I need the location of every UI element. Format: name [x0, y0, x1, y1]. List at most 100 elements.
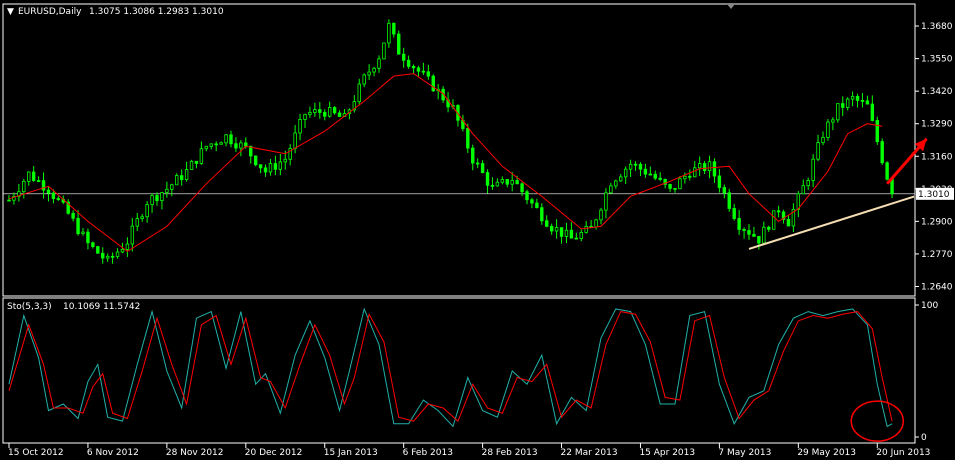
- candle-body: [96, 246, 100, 254]
- candle-body: [480, 163, 485, 173]
- candle-body: [135, 218, 139, 227]
- chart-menu-icon[interactable]: ▼: [7, 7, 14, 17]
- candle-body: [693, 167, 697, 178]
- candle-body: [293, 132, 297, 149]
- candle-body: [362, 74, 366, 85]
- candle-body: [619, 176, 623, 182]
- indicator-values: 10.1069 11.5742: [63, 302, 140, 312]
- candle-body: [51, 192, 56, 199]
- candle-body: [327, 107, 332, 117]
- candle-body: [697, 163, 702, 169]
- time-tick-label: 15 Apr 2013: [639, 448, 695, 458]
- candle-body: [76, 217, 80, 235]
- candle-body: [505, 179, 509, 185]
- candle-body: [845, 98, 850, 108]
- candle-body: [431, 75, 435, 92]
- candle-body: [214, 143, 218, 146]
- price-tick-label: 1.2770: [921, 250, 953, 260]
- candle-body: [628, 163, 633, 170]
- ohlc-label: 1.3075 1.3086 1.2983 1.3010: [89, 7, 224, 17]
- candle-body: [397, 33, 401, 55]
- candle-body: [850, 95, 855, 100]
- candle-body: [258, 164, 263, 169]
- candle-body: [678, 178, 682, 190]
- candle-body: [406, 59, 411, 67]
- candle-body: [831, 119, 835, 123]
- candle-body: [382, 42, 386, 60]
- candle-body: [569, 229, 574, 239]
- time-tick-label: 22 Mar 2013: [561, 448, 618, 458]
- candle-body: [273, 163, 278, 170]
- candle-body: [204, 145, 209, 150]
- candle-body: [490, 184, 495, 187]
- candle-body: [855, 95, 860, 101]
- candle-body: [584, 225, 588, 233]
- candle-body: [658, 177, 662, 180]
- candle-body: [826, 121, 830, 138]
- candle-body: [806, 180, 810, 187]
- candle-body: [535, 202, 539, 209]
- candle-body: [130, 225, 135, 245]
- candle-body: [742, 229, 746, 231]
- candle-body: [31, 171, 36, 181]
- candle-body: [303, 113, 307, 120]
- candle-body: [313, 109, 317, 113]
- candle-body: [870, 103, 875, 121]
- stochastic-panel[interactable]: 100 0 Sto(5,3,3) 10.1069 11.5742: [2, 297, 938, 444]
- candle-body: [234, 143, 238, 149]
- price-panel[interactable]: 1.36801.35501.34201.32901.31601.30301.29…: [2, 3, 954, 297]
- shift-marker-icon[interactable]: [727, 4, 735, 9]
- moving-average-line: [8, 73, 883, 253]
- candle-body: [688, 175, 692, 178]
- candle-body: [170, 184, 174, 190]
- time-tick-label: 6 Nov 2012: [87, 448, 139, 458]
- candle-body: [717, 175, 722, 188]
- candle-body: [194, 160, 199, 164]
- candle-body: [155, 195, 159, 202]
- svg-text:1.3010: 1.3010: [918, 190, 950, 200]
- candle-body: [115, 251, 120, 257]
- time-tick-label: 6 Feb 2013: [403, 448, 453, 458]
- candle-body: [860, 100, 865, 102]
- candle-body: [737, 218, 741, 230]
- candle-body: [515, 180, 519, 185]
- candle-body: [653, 173, 657, 179]
- price-tick-label: 1.3290: [921, 120, 953, 130]
- candle-body: [367, 71, 371, 76]
- candle-body: [885, 162, 889, 180]
- candle-body: [495, 181, 500, 187]
- candle-body: [801, 185, 805, 195]
- candles-series: [7, 19, 894, 264]
- highlight-circle: [850, 400, 905, 442]
- price-panel-frame: [2, 3, 916, 297]
- candle-body: [268, 163, 273, 173]
- time-axis: 15 Oct 2012 6 Nov 2012 28 Nov 2012 20 Dec 2…: [8, 443, 930, 458]
- indicator-label: Sto(5,3,3): [7, 302, 52, 312]
- candle-body: [101, 252, 105, 259]
- candle-body: [298, 119, 302, 134]
- candle-body: [540, 207, 544, 222]
- candle-body: [707, 161, 712, 171]
- time-tick-label: 15 Oct 2012: [8, 448, 64, 458]
- candle-body: [638, 163, 643, 170]
- current-price-label: 1.3010: [916, 187, 954, 200]
- candle-body: [239, 142, 243, 149]
- time-tick-label: 20 Dec 2012: [245, 448, 302, 458]
- candle-body: [594, 219, 598, 228]
- candle-body: [27, 171, 31, 182]
- stochastic-signal-line: [8, 311, 893, 423]
- candle-body: [609, 185, 613, 194]
- stoch-tick-label: 0: [921, 433, 927, 443]
- time-tick-label: 20 Jun 2013: [876, 448, 930, 458]
- candle-body: [762, 226, 766, 244]
- candle-body: [179, 175, 184, 180]
- candle-body: [120, 248, 125, 253]
- candle-body: [71, 212, 75, 219]
- candle-body: [110, 255, 115, 258]
- candle-body: [105, 255, 110, 259]
- candle-body: [475, 162, 480, 165]
- candle-body: [253, 155, 258, 166]
- candle-body: [471, 147, 475, 164]
- candle-body: [816, 142, 820, 160]
- candle-body: [278, 161, 283, 170]
